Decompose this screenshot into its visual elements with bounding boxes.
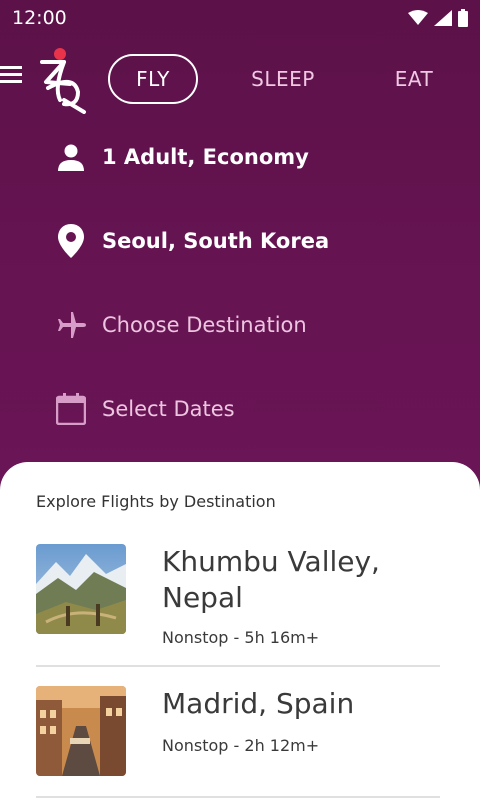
signal-icon (434, 10, 452, 26)
top-nav: FLY SLEEP EAT (0, 44, 480, 114)
airplane-icon (56, 308, 86, 342)
destination-placeholder: Choose Destination (102, 313, 307, 337)
status-bar: 12:00 (0, 0, 480, 36)
traveler-selector[interactable]: 1 Adult, Economy (56, 137, 309, 177)
explore-sheet: Explore Flights by Destination Khumbu Va… (0, 462, 480, 800)
destination-thumbnail (36, 686, 126, 776)
destination-name: Khumbu Valley, Nepal (162, 545, 380, 614)
destination-name: Madrid, Spain (162, 687, 355, 720)
destination-selector[interactable]: Choose Destination (56, 305, 307, 345)
tab-eat[interactable]: EAT (384, 54, 444, 104)
traveler-value: 1 Adult, Economy (102, 145, 309, 169)
tab-sleep[interactable]: SLEEP (240, 54, 326, 104)
location-pin-icon (56, 224, 86, 258)
status-time: 12:00 (12, 7, 67, 29)
battery-icon (458, 9, 468, 27)
destination-card[interactable]: Khumbu Valley, Nepal Nonstop - 5h 16m+ (36, 544, 440, 654)
destination-meta: Nonstop - 5h 16m+ (162, 628, 320, 647)
status-icons (408, 9, 468, 27)
origin-selector[interactable]: Seoul, South Korea (56, 221, 329, 261)
dates-selector[interactable]: Select Dates (56, 389, 235, 429)
destination-meta: Nonstop - 2h 12m+ (162, 736, 320, 755)
app-screen: 12:00 FLY SLEEP EAT 1 Adult, Economy Seo… (0, 0, 480, 800)
calendar-icon (56, 392, 86, 426)
wifi-icon (408, 10, 428, 26)
divider (36, 665, 440, 667)
destination-card[interactable]: Madrid, Spain Nonstop - 2h 12m+ (36, 686, 440, 796)
divider (36, 796, 440, 798)
destination-thumbnail (36, 544, 126, 634)
brand-logo-icon[interactable] (34, 48, 90, 114)
origin-value: Seoul, South Korea (102, 229, 330, 253)
dates-placeholder: Select Dates (102, 397, 235, 421)
explore-title: Explore Flights by Destination (36, 492, 276, 511)
menu-icon[interactable] (0, 60, 22, 88)
tab-fly[interactable]: FLY (108, 54, 198, 104)
person-icon (56, 140, 86, 174)
